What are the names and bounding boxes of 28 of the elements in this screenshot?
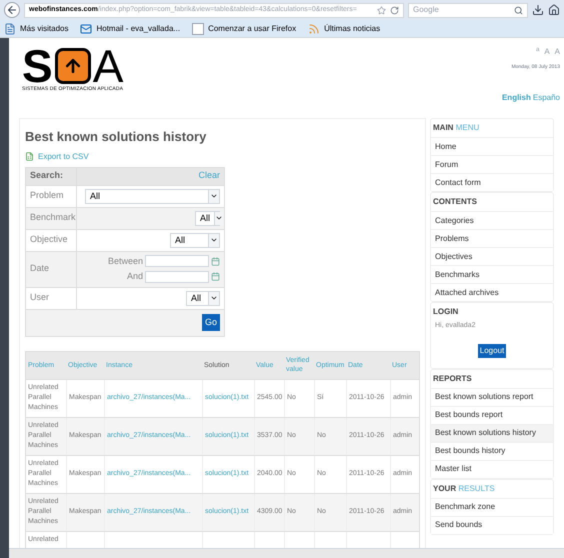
menu-item[interactable]: Contact form xyxy=(431,173,553,191)
go-button[interactable]: Go xyxy=(202,314,220,332)
filter-label: Benchmark xyxy=(30,211,76,224)
filter-label: Problem xyxy=(30,189,64,202)
module-title: REPORTS xyxy=(433,372,472,384)
filter-label: Objective xyxy=(30,233,68,246)
module-title: CONTENTS xyxy=(433,196,477,208)
menu-item[interactable]: Send bounds xyxy=(431,516,553,534)
menu-item[interactable]: Attached archives xyxy=(431,283,553,301)
bookmark-link[interactable]: Más visitados xyxy=(20,22,68,34)
range-label: And xyxy=(126,270,143,283)
range-label: Between xyxy=(108,254,143,268)
dropdown[interactable]: All xyxy=(186,290,220,306)
filter-label: User xyxy=(30,291,50,304)
logout-button[interactable]: Logout xyxy=(478,344,506,358)
page-title: Best known solutions history xyxy=(25,128,208,146)
module-title: MAIN MENU xyxy=(433,122,480,134)
dropdown[interactable]: All xyxy=(170,232,220,248)
menu-item[interactable]: Best known solutions history xyxy=(431,424,553,442)
dropdown[interactable]: All xyxy=(195,210,220,226)
module-title: YOUR RESULTS xyxy=(433,482,495,494)
bookmark-link[interactable]: Comenzar a usar Firefox xyxy=(208,22,296,34)
bookmark-link[interactable]: Hotmail - eva_vallada... xyxy=(96,22,180,34)
bookmark-link[interactable]: Últimas noticias xyxy=(324,22,380,34)
menu-item[interactable]: Master list xyxy=(431,460,553,478)
dropdown[interactable]: All xyxy=(85,188,220,204)
filter-label: Date xyxy=(30,262,50,276)
module-title: LOGIN xyxy=(433,306,458,318)
